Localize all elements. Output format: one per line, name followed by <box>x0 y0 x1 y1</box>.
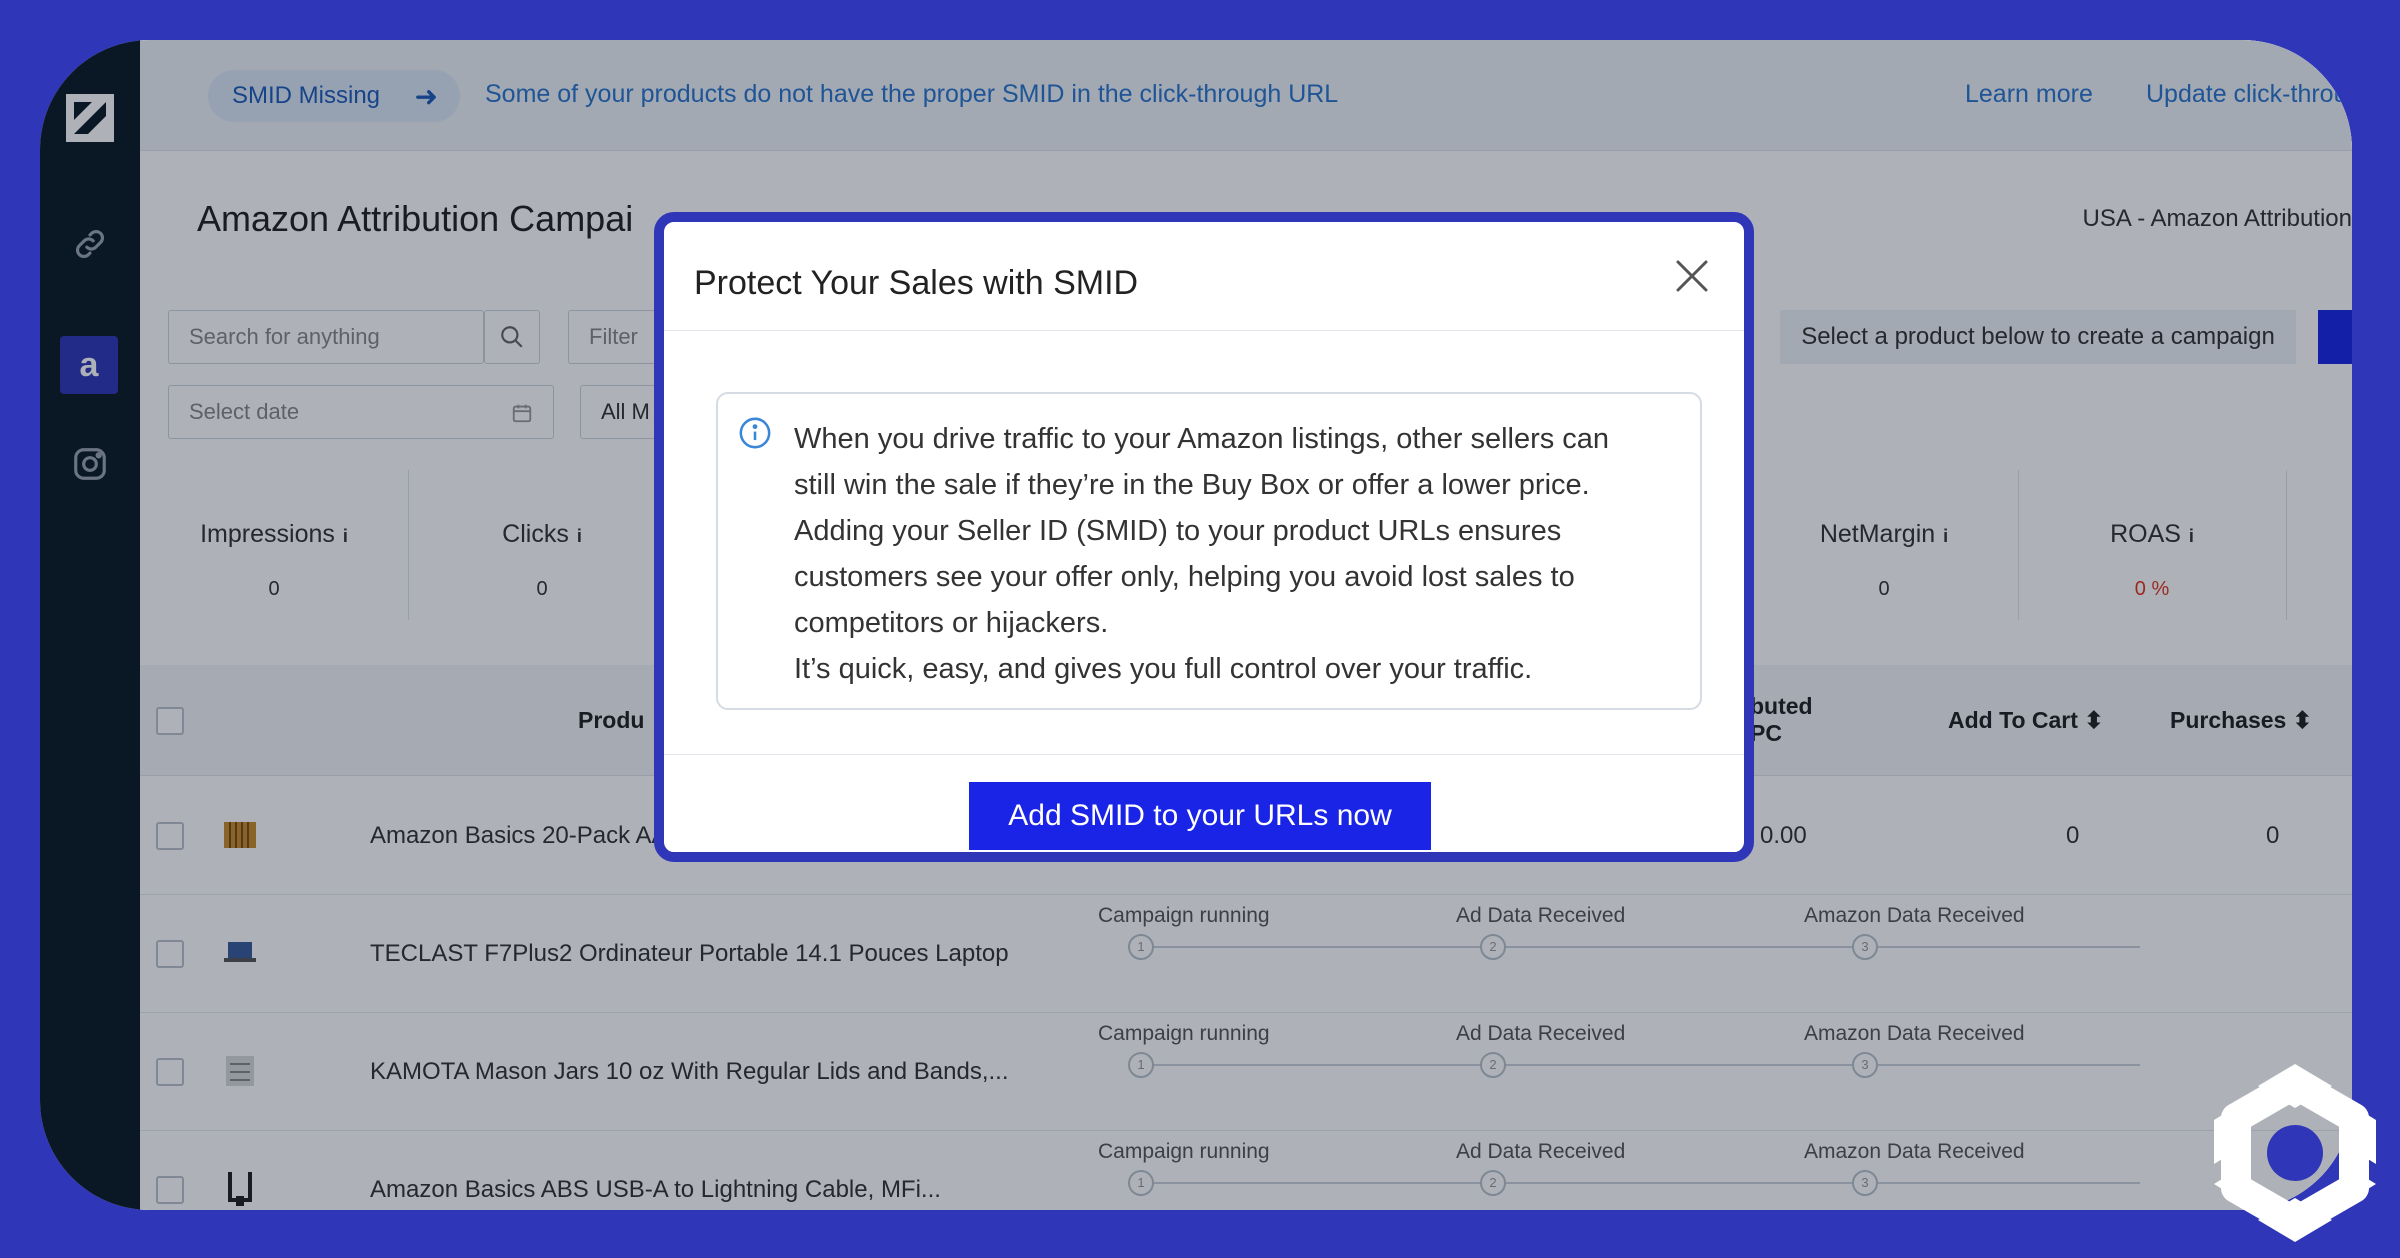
smid-info-notice: When you drive traffic to your Amazon li… <box>716 392 1702 710</box>
modal-title: Protect Your Sales with SMID <box>694 264 1139 302</box>
brand-logo-icon <box>2210 1058 2380 1248</box>
smid-modal: Protect Your Sales with SMID When you dr… <box>654 212 1754 862</box>
close-button[interactable] <box>1664 248 1720 304</box>
notice-line: Adding your Seller ID (SMID) to your pro… <box>794 515 1562 547</box>
notice-body: When you drive traffic to your Amazon li… <box>794 416 1684 692</box>
modal-header-divider <box>664 330 1744 331</box>
info-icon <box>739 417 771 449</box>
app-window: a SMID Missing ➜ Some of your products d… <box>40 40 2352 1210</box>
notice-line: When you drive traffic to your Amazon li… <box>794 423 1610 455</box>
close-icon <box>1676 260 1708 292</box>
notice-line: customers see your offer only, helping y… <box>794 561 1575 593</box>
modal-footer-divider <box>664 754 1744 755</box>
notice-line: still win the sale if they’re in the Buy… <box>794 469 1590 501</box>
notice-line: competitors or hijackers. <box>794 607 1109 639</box>
notice-line: It’s quick, easy, and gives you full con… <box>794 653 1533 685</box>
add-smid-button[interactable]: Add SMID to your URLs now <box>969 782 1431 850</box>
screenshot-frame: a SMID Missing ➜ Some of your products d… <box>0 0 2400 1258</box>
